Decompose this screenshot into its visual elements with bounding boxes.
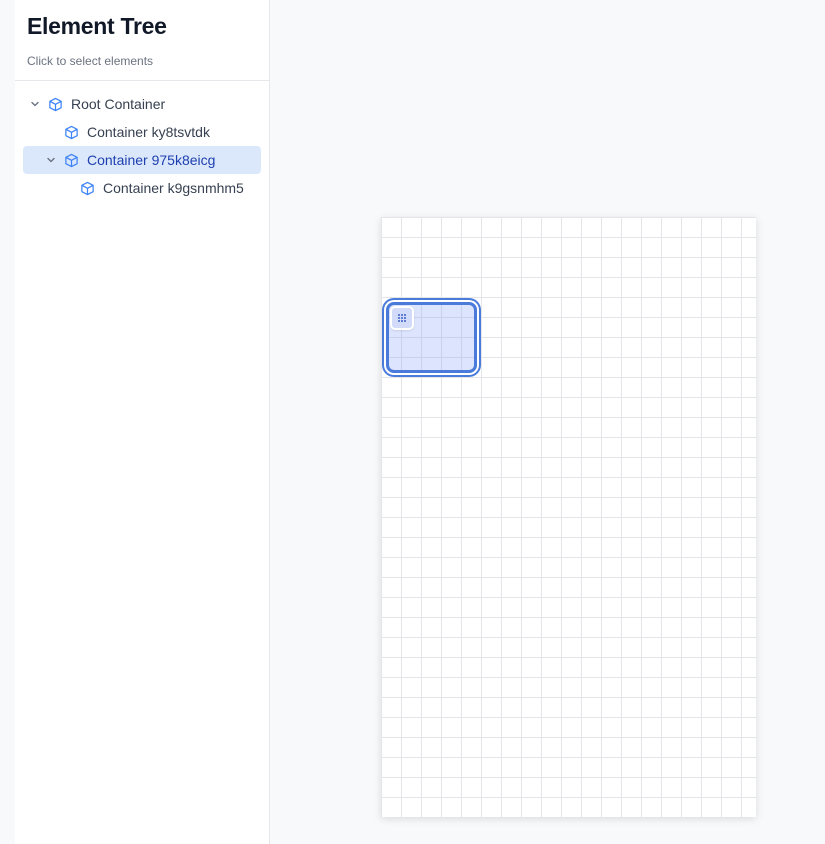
chevron-down-icon[interactable] — [27, 96, 43, 112]
cube-icon — [47, 96, 63, 112]
drag-handle[interactable] — [390, 306, 414, 330]
cube-icon — [63, 152, 79, 168]
element-tree-panel: Element Tree Click to select elements Ro… — [15, 0, 270, 844]
sidebar-header: Element Tree Click to select elements — [15, 0, 269, 81]
cube-icon — [63, 124, 79, 140]
tree-item-root-container[interactable]: Root Container — [23, 90, 261, 118]
chevron-down-icon[interactable] — [43, 152, 59, 168]
tree-item-label: Container ky8tsvtdk — [87, 124, 210, 140]
left-margin — [0, 0, 15, 844]
element-tree: Root Container Container ky8tsvtdk Conta… — [15, 81, 269, 202]
artboard-canvas[interactable] — [381, 217, 756, 817]
tree-item-label: Container 975k8eicg — [87, 152, 216, 168]
panel-subtitle: Click to select elements — [27, 54, 154, 68]
tree-item-label: Root Container — [71, 96, 166, 112]
tree-item-container-ky8tsvtdk[interactable]: Container ky8tsvtdk — [23, 118, 261, 146]
grip-dots-icon — [397, 313, 407, 323]
tree-item-container-k9gsnmhm5[interactable]: Container k9gsnmhm5 — [23, 174, 261, 202]
tree-item-container-975k8eicg[interactable]: Container 975k8eicg — [23, 146, 261, 174]
selected-container[interactable] — [386, 302, 477, 373]
cube-icon — [79, 180, 95, 196]
panel-title: Element Tree — [27, 13, 167, 39]
tree-item-label: Container k9gsnmhm5 — [103, 180, 244, 196]
